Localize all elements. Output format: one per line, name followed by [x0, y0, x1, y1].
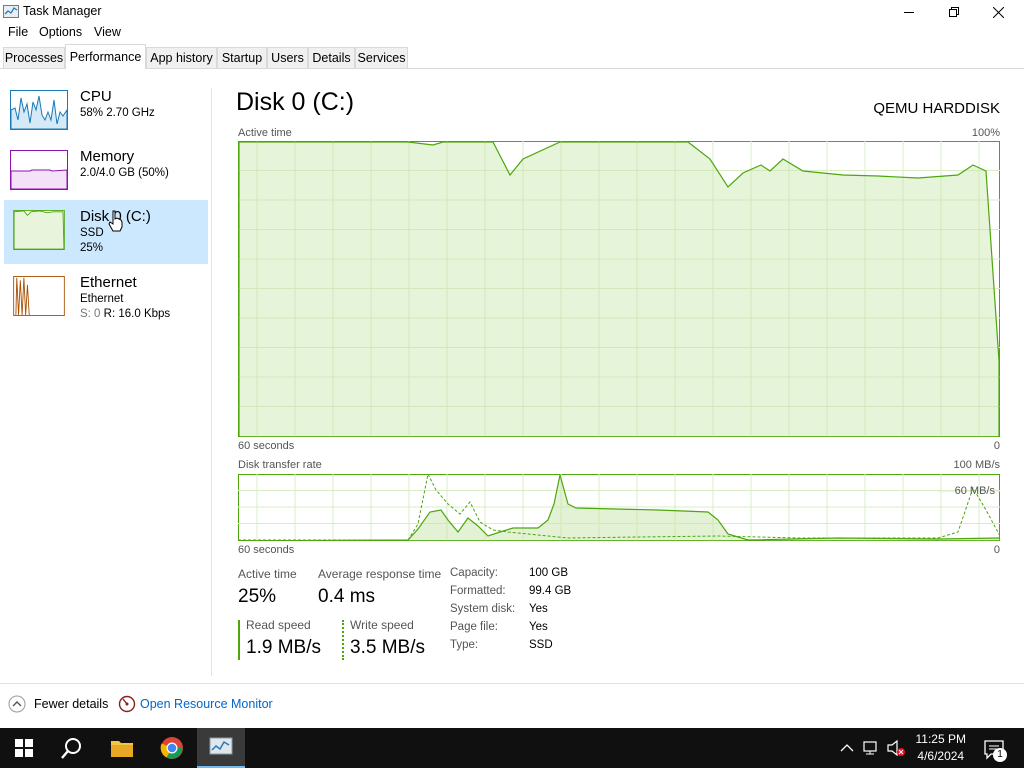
- sidebar-memory-name: Memory: [80, 148, 135, 165]
- write-speed-label: Write speed: [350, 618, 414, 632]
- active-time-axis-left: 60 seconds: [238, 440, 295, 452]
- prop-type-label: Type:: [450, 639, 479, 651]
- sidebar-ethernet-rates: S: 0 R: 16.0 Kbps: [80, 308, 170, 320]
- prop-type-value: SSD: [529, 639, 553, 651]
- read-speed-value: 1.9 MB/s: [246, 637, 321, 658]
- prop-system-disk-label: System disk:: [450, 603, 516, 615]
- tab-users[interactable]: Users: [267, 47, 308, 68]
- write-speed-value: 3.5 MB/s: [350, 637, 425, 658]
- resource-monitor-icon: [118, 695, 136, 713]
- sidebar-ethernet-name: Ethernet: [80, 274, 137, 291]
- restore-button[interactable]: [931, 0, 976, 24]
- transfer-rate-chart: [238, 474, 1000, 541]
- memory-thumbnail-graph: [10, 150, 68, 190]
- open-resource-monitor-link[interactable]: Open Resource Monitor: [140, 697, 273, 711]
- search-icon: [61, 738, 81, 759]
- chrome-icon: [160, 737, 183, 759]
- close-button[interactable]: [976, 0, 1021, 24]
- fewer-details-button[interactable]: Fewer details: [34, 697, 108, 711]
- taskbar-clock[interactable]: 11:25 PM 4/6/2024: [916, 731, 966, 765]
- prop-system-disk-value: Yes: [529, 603, 548, 615]
- sidebar-disk-type: SSD: [80, 227, 104, 239]
- prop-page-file-value: Yes: [529, 621, 548, 633]
- restore-icon: [948, 7, 959, 17]
- notification-count-badge: 1: [993, 748, 1007, 762]
- minimize-button[interactable]: [886, 0, 931, 24]
- sidebar-cpu-name: CPU: [80, 88, 112, 105]
- sidebar-divider: [211, 88, 212, 676]
- page-title: Disk 0 (C:): [236, 88, 355, 116]
- active-time-chart: [238, 141, 1000, 437]
- tab-startup[interactable]: Startup: [217, 47, 267, 68]
- menu-view[interactable]: View: [94, 25, 121, 39]
- active-time-chart-label: Active time: [238, 127, 292, 139]
- avg-response-value: 0.4 ms: [318, 586, 376, 607]
- start-button[interactable]: [0, 728, 48, 768]
- tab-app-history[interactable]: App history: [146, 47, 217, 68]
- active-time-series: [238, 141, 1000, 437]
- read-speed-indicator: [238, 620, 240, 660]
- prop-formatted-label: Formatted:: [450, 585, 506, 597]
- write-speed-indicator: [342, 620, 344, 660]
- device-name: QEMU HARDDISK: [873, 100, 1000, 117]
- prop-capacity-label: Capacity:: [450, 567, 498, 579]
- close-icon: [993, 6, 1004, 18]
- sidebar-cpu-usage: 58% 2.70 GHz: [80, 107, 155, 119]
- active-time-label: Active time: [238, 567, 297, 581]
- prop-page-file-label: Page file:: [450, 621, 498, 633]
- clock-date: 4/6/2024: [917, 749, 965, 763]
- sidebar-ethernet-adapter: Ethernet: [80, 293, 124, 305]
- task-manager-icon: [3, 5, 19, 18]
- title-bar: [0, 0, 1024, 24]
- cpu-thumbnail-graph: [10, 90, 68, 130]
- search-button[interactable]: [48, 728, 96, 768]
- menu-file[interactable]: File: [8, 25, 28, 39]
- menu-options[interactable]: Options: [39, 25, 82, 39]
- taskbar-task-manager[interactable]: [197, 728, 245, 768]
- tab-services[interactable]: Services: [355, 47, 408, 68]
- transfer-rate-chart-max: 100 MB/s: [953, 459, 1000, 471]
- transfer-rate-axis-right: 0: [993, 544, 1000, 556]
- sidebar-memory-usage: 2.0/4.0 GB (50%): [80, 167, 169, 179]
- hand-cursor-icon: [108, 210, 123, 232]
- clock-time: 11:25 PM: [915, 732, 966, 746]
- taskbar-file-explorer[interactable]: [98, 728, 146, 768]
- transfer-rate-mid-label: 60 MB/s: [954, 485, 995, 497]
- disk-thumbnail-graph: [13, 210, 65, 250]
- footer-separator: [0, 683, 1024, 684]
- tab-performance[interactable]: Performance: [65, 44, 146, 69]
- active-time-value: 25%: [238, 586, 277, 607]
- avg-response-label: Average response time: [318, 567, 442, 581]
- active-time-chart-max: 100%: [971, 127, 1000, 139]
- transfer-rate-chart-label: Disk transfer rate: [238, 459, 322, 471]
- folder-icon: [111, 741, 133, 757]
- sidebar-disk-usage: 25%: [80, 242, 104, 254]
- tab-processes[interactable]: Processes: [3, 47, 65, 68]
- taskbar-chrome[interactable]: [148, 728, 196, 768]
- prop-capacity-value: 100 GB: [529, 567, 568, 579]
- task-manager-taskbar-icon: [209, 737, 233, 755]
- windows-logo-icon: [15, 739, 33, 757]
- prop-formatted-value: 99.4 GB: [529, 585, 572, 597]
- tab-details[interactable]: Details: [308, 47, 355, 68]
- ethernet-thumbnail-graph: [13, 276, 65, 316]
- show-hidden-icons-chevron-icon[interactable]: [840, 741, 854, 755]
- volume-muted-icon[interactable]: [886, 739, 906, 757]
- ethernet-receive-rate: R: 16.0 Kbps: [103, 308, 171, 320]
- window-title: Task Manager: [23, 4, 102, 18]
- read-speed-label: Read speed: [246, 618, 311, 632]
- active-time-axis-right: 0: [993, 440, 1000, 452]
- collapse-chevron-icon[interactable]: [8, 695, 26, 713]
- transfer-rate-axis-left: 60 seconds: [238, 544, 295, 556]
- minimize-icon: [903, 12, 914, 13]
- ethernet-send-rate: S: 0: [80, 308, 101, 320]
- network-icon[interactable]: [862, 739, 880, 757]
